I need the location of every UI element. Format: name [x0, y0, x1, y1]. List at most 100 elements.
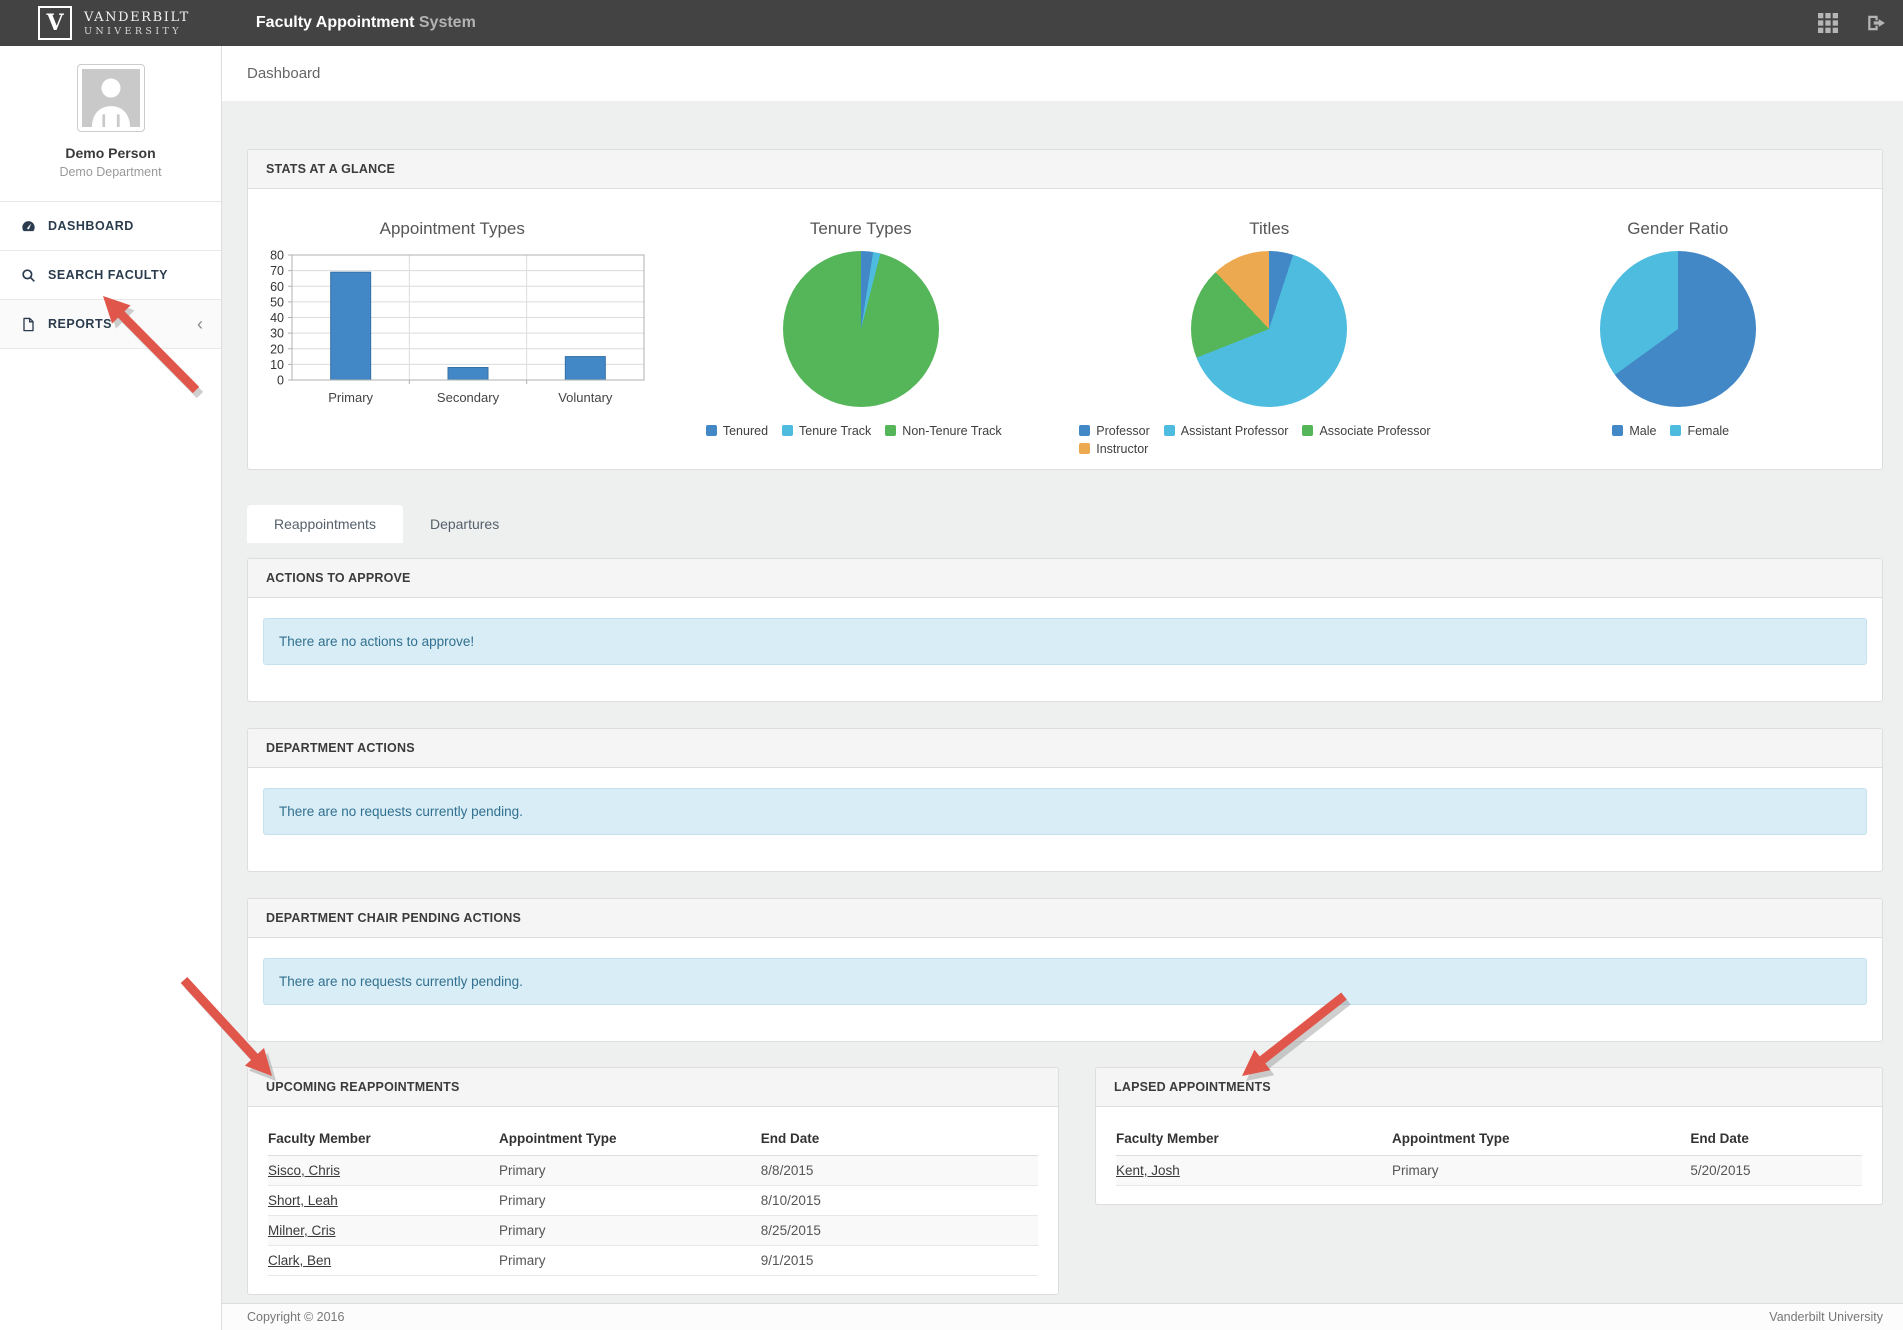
end-date-cell: 5/20/2015: [1690, 1156, 1862, 1186]
info-alert: There are no requests currently pending.: [263, 788, 1867, 835]
legend-swatch: [1079, 443, 1090, 454]
chart-titles: TitlesProfessorAssistant ProfessorAssoci…: [1065, 189, 1474, 469]
svg-text:20: 20: [270, 342, 284, 356]
user-name: Demo Person: [10, 145, 211, 161]
chart-legend: Tenured Tenure Track Non-Tenure Track: [706, 424, 1016, 438]
department-chair-pending-actions-panel: DEPARTMENT CHAIR PENDING ACTIONS There a…: [247, 898, 1883, 1042]
person-silhouette-icon: [82, 69, 140, 127]
chart-title: Tenure Types: [657, 219, 1066, 239]
pie-chart: [1191, 251, 1347, 407]
svg-text:60: 60: [270, 280, 284, 294]
upcoming-reappointments-table: Faculty Member Appointment Type End Date…: [268, 1122, 1038, 1276]
faculty-member-link[interactable]: Short, Leah: [268, 1193, 338, 1208]
stats-panel-title: STATS AT A GLANCE: [248, 150, 1882, 189]
info-alert: There are no requests currently pending.: [263, 958, 1867, 1005]
sidebar-item-reports[interactable]: REPORTS ‹: [0, 300, 221, 349]
logo-line2: UNIVERSITY: [84, 26, 190, 37]
appointment-type-cell: Primary: [499, 1186, 761, 1216]
legend-item: Tenured: [706, 424, 768, 438]
column-header: Appointment Type: [499, 1122, 761, 1156]
stats-charts: Appointment Types01020304050607080Primar…: [248, 189, 1882, 469]
logo-line1: VANDERBILT: [84, 10, 190, 25]
panel-title: DEPARTMENT CHAIR PENDING ACTIONS: [248, 899, 1882, 938]
legend-swatch: [1302, 425, 1313, 436]
tab-departures[interactable]: Departures: [403, 505, 526, 543]
tab-bar: ReappointmentsDepartures: [247, 505, 1883, 543]
end-date-cell: 8/8/2015: [761, 1156, 1038, 1186]
legend-item: Associate Professor: [1302, 424, 1430, 438]
upcoming-reappointments-panel: UPCOMING REAPPOINTMENTS Faculty Member A…: [247, 1067, 1059, 1295]
svg-text:30: 30: [270, 327, 284, 341]
end-date-cell: 8/25/2015: [761, 1216, 1038, 1246]
legend-label: Non-Tenure Track: [902, 424, 1001, 438]
legend-swatch: [1164, 425, 1175, 436]
logo-letter: V: [46, 12, 63, 34]
legend-label: Female: [1687, 424, 1729, 438]
lapsed-appointments-table: Faculty Member Appointment Type End Date…: [1116, 1122, 1862, 1186]
file-icon: [20, 316, 36, 332]
sidebar-item-search-faculty[interactable]: SEARCH FACULTY: [0, 251, 221, 300]
faculty-member-link[interactable]: Milner, Cris: [268, 1223, 336, 1238]
column-header: Faculty Member: [1116, 1122, 1392, 1156]
table-row: Clark, Ben Primary9/1/2015: [268, 1246, 1038, 1276]
svg-text:40: 40: [270, 311, 284, 325]
sidebar-menu: DASHBOARD SEARCH FACULTY REPORTS ‹: [0, 201, 221, 349]
chart-appointment-types: Appointment Types01020304050607080Primar…: [248, 189, 657, 469]
panel-title: ACTIONS TO APPROVE: [248, 559, 1882, 598]
faculty-member-link[interactable]: Kent, Josh: [1116, 1163, 1180, 1178]
legend-swatch: [1612, 425, 1623, 436]
legend-swatch: [706, 425, 717, 436]
breadcrumb-bar: Dashboard: [222, 46, 1903, 101]
table-row: Kent, Josh Primary5/20/2015: [1116, 1156, 1862, 1186]
sign-out-icon[interactable]: [1865, 12, 1887, 34]
appointment-type-cell: Primary: [499, 1156, 761, 1186]
top-header-bar: V VANDERBILT UNIVERSITY Faculty Appointm…: [0, 0, 1903, 46]
svg-text:0: 0: [277, 374, 284, 388]
end-date-cell: 9/1/2015: [761, 1246, 1038, 1276]
user-department: Demo Department: [10, 165, 211, 179]
stats-at-a-glance-panel: STATS AT A GLANCE Appointment Types01020…: [247, 149, 1883, 470]
legend-label: Male: [1629, 424, 1656, 438]
svg-text:70: 70: [270, 264, 284, 278]
appointment-type-cell: Primary: [499, 1246, 761, 1276]
svg-text:Secondary: Secondary: [437, 390, 500, 405]
pie-chart: [1600, 251, 1756, 407]
svg-text:Voluntary: Voluntary: [558, 390, 613, 405]
faculty-member-link[interactable]: Sisco, Chris: [268, 1163, 340, 1178]
tab-reappointments[interactable]: Reappointments: [247, 505, 403, 543]
lapsed-appointments-panel: LAPSED APPOINTMENTS Faculty Member Appoi…: [1095, 1067, 1883, 1205]
legend-swatch: [1079, 425, 1090, 436]
sidebar-item-dashboard[interactable]: DASHBOARD: [0, 202, 221, 251]
appointment-type-cell: Primary: [499, 1216, 761, 1246]
legend-swatch: [782, 425, 793, 436]
sidebar-item-label: SEARCH FACULTY: [48, 268, 168, 282]
chart-gender-ratio: Gender Ratio Male Female: [1474, 189, 1883, 469]
apps-grid-icon[interactable]: [1817, 12, 1839, 34]
legend-label: Assistant Professor: [1181, 424, 1289, 438]
legend-item: Professor: [1079, 424, 1150, 438]
vanderbilt-logo: V VANDERBILT UNIVERSITY: [38, 6, 190, 40]
app-title-suffix: System: [419, 14, 476, 31]
end-date-cell: 8/10/2015: [761, 1186, 1038, 1216]
column-header: Faculty Member: [268, 1122, 499, 1156]
table-row: Short, Leah Primary8/10/2015: [268, 1186, 1038, 1216]
appointment-type-cell: Primary: [1392, 1156, 1690, 1186]
legend-label: Tenured: [723, 424, 768, 438]
footer: Copyright © 2016 Vanderbilt University: [222, 1303, 1903, 1330]
chevron-left-icon[interactable]: ‹: [197, 315, 203, 333]
legend-label: Professor: [1096, 424, 1150, 438]
panel-title: DEPARTMENT ACTIONS: [248, 729, 1882, 768]
chart-title: Gender Ratio: [1474, 219, 1883, 239]
gauge-icon: [20, 218, 36, 234]
faculty-member-link[interactable]: Clark, Ben: [268, 1253, 331, 1268]
chart-title: Appointment Types: [248, 219, 657, 239]
vanderbilt-logo-icon: V: [38, 6, 72, 40]
footer-copyright: Copyright © 2016: [247, 1310, 344, 1324]
chart-legend: Male Female: [1612, 424, 1743, 438]
column-header: Appointment Type: [1392, 1122, 1690, 1156]
legend-item: Instructor: [1079, 442, 1148, 456]
legend-label: Tenure Track: [799, 424, 871, 438]
chart-tenure-types: Tenure Types Tenured Tenure Track Non-Tenur…: [657, 189, 1066, 469]
sidebar-item-label: REPORTS: [48, 317, 112, 331]
svg-text:50: 50: [270, 295, 284, 309]
